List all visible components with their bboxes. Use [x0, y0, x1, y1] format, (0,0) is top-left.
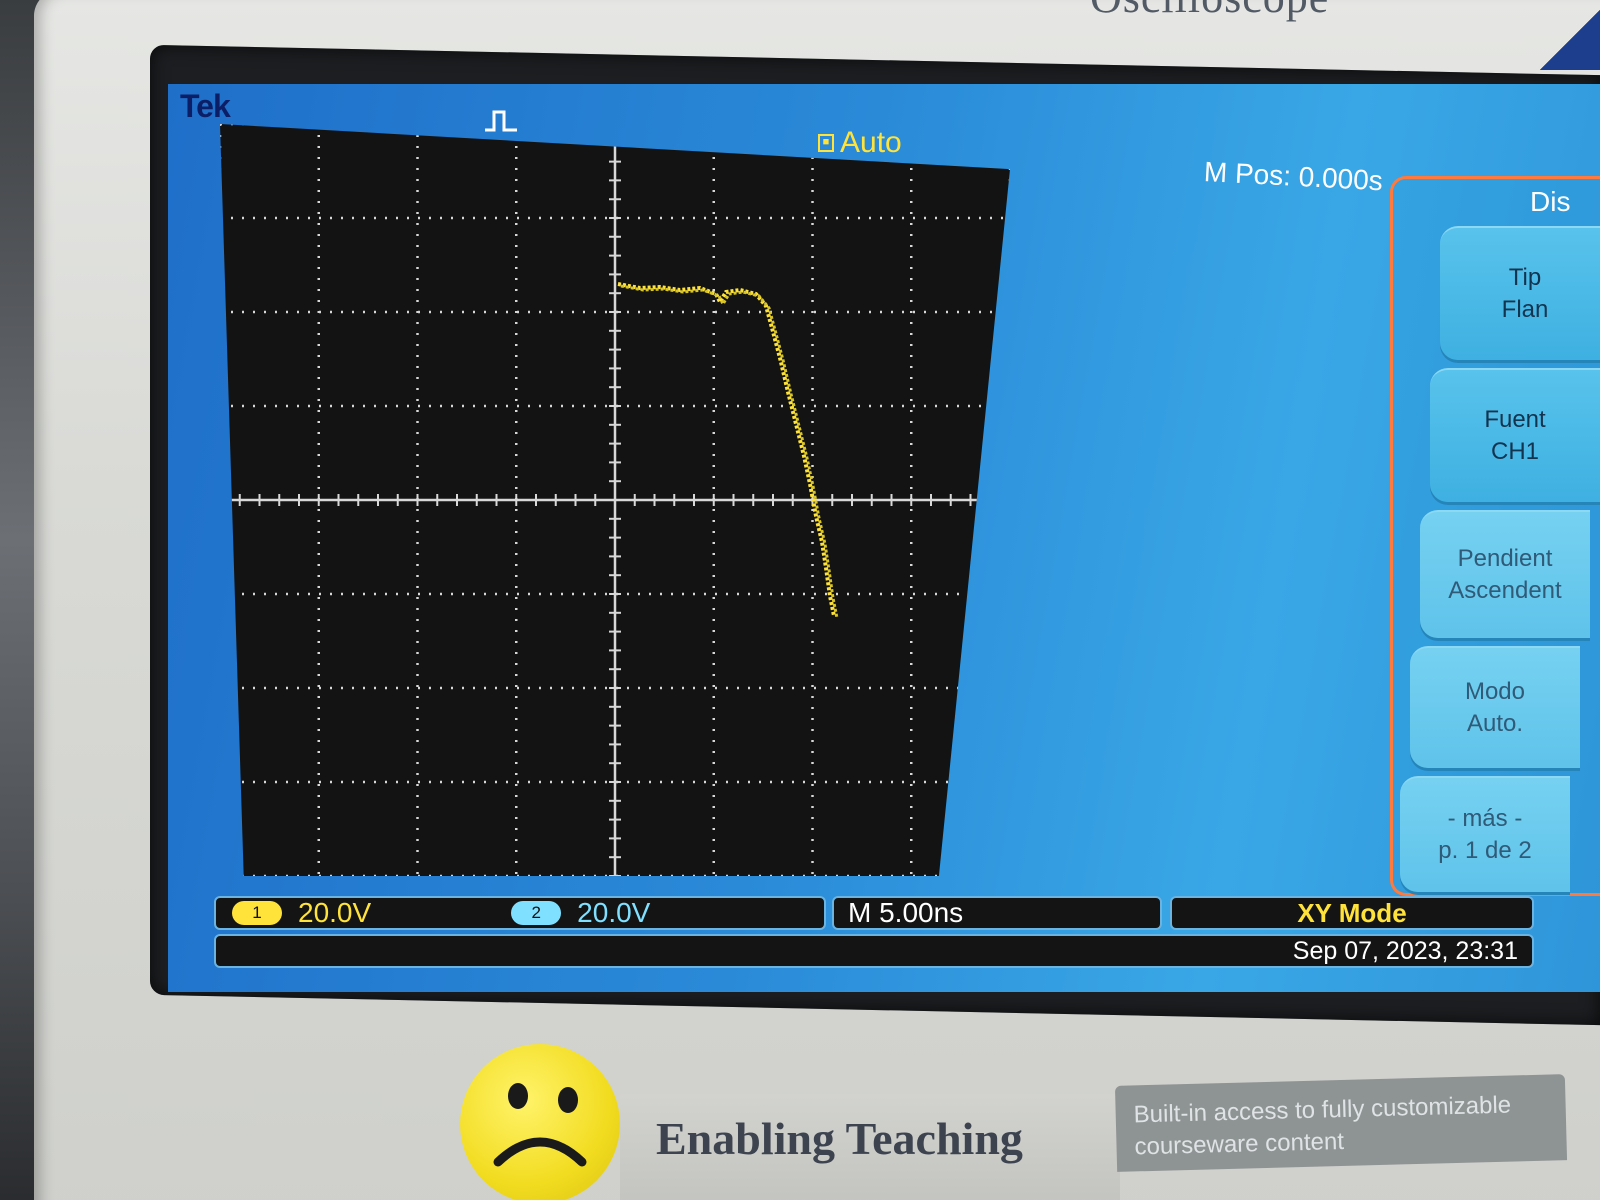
xy-trace — [617, 282, 839, 619]
menu-button-line: Auto. — [1466, 710, 1524, 737]
menu-button-line: Pendient — [1457, 545, 1553, 572]
ch1-scale: 20.0V — [298, 897, 372, 928]
trigger-pulse-icon — [485, 110, 517, 132]
side-menu-title: Dis — [1530, 186, 1571, 217]
trigger-status: ■ Auto — [818, 126, 902, 160]
xy-trace-line — [620, 284, 839, 619]
menu-button-mas[interactable]: - más - p. 1 de 2 — [1400, 776, 1570, 892]
menu-button-fuente-ch1[interactable]: Fuent CH1 — [1430, 368, 1600, 502]
menu-button-modo-auto[interactable]: Modo Auto. — [1410, 646, 1580, 768]
datetime-bar: Sep 07, 2023, 23:31 — [214, 934, 1534, 968]
trigger-mode-label: Auto — [840, 126, 902, 159]
menu-button-pendiente[interactable]: Pendient Ascendent — [1420, 510, 1590, 638]
menu-button-tipo-flanco[interactable]: Tip Flan — [1440, 226, 1600, 360]
menu-button-line: - más - — [1447, 805, 1523, 832]
stop-square-icon: ■ — [818, 134, 834, 152]
ch2-badge[interactable]: 2 — [511, 901, 562, 925]
bezel-corner-accent — [1530, 0, 1600, 70]
brand-label: Oscilloscope — [1090, 0, 1329, 23]
timebase-status-bar: M 5.00ns — [832, 896, 1162, 930]
menu-button-line: Fuent — [1484, 406, 1546, 433]
timebase-readout: M 5.00ns — [848, 897, 964, 928]
lcd-screen: Tek ■ Auto M Pos: 0.000s Dis Tip Flan Fu… — [168, 84, 1600, 992]
tek-logo: Tek — [180, 88, 231, 124]
sad-face-sticker — [460, 1044, 620, 1200]
ch1-badge[interactable]: 1 — [232, 901, 282, 925]
ch2-scale: 20.0V — [577, 897, 651, 928]
slogan-text: Enabling Teaching — [656, 1113, 1023, 1164]
xy-trace-line — [617, 282, 836, 617]
waveform-graticule — [220, 124, 1010, 876]
menu-button-line: CH1 — [1490, 438, 1539, 465]
display-mode-readout: XY Mode — [1297, 897, 1407, 928]
menu-button-line: p. 1 de 2 — [1438, 837, 1532, 864]
menu-button-line: Tip — [1508, 264, 1542, 291]
datetime-readout: Sep 07, 2023, 23:31 — [1292, 937, 1518, 965]
menu-button-line: Modo — [1464, 678, 1526, 705]
mode-status-bar: XY Mode — [1170, 896, 1534, 930]
sad-face-icon — [493, 1083, 587, 1167]
menu-button-line: Ascendent — [1448, 577, 1562, 604]
menu-button-line: Flan — [1501, 296, 1549, 323]
channel-status-bar: 1 20.0V 2 20.0V — [214, 896, 826, 930]
horizontal-position-readout: M Pos: 0.000s — [1203, 156, 1384, 197]
courseware-label: Built-in access to fully customizable co… — [1114, 1074, 1568, 1172]
